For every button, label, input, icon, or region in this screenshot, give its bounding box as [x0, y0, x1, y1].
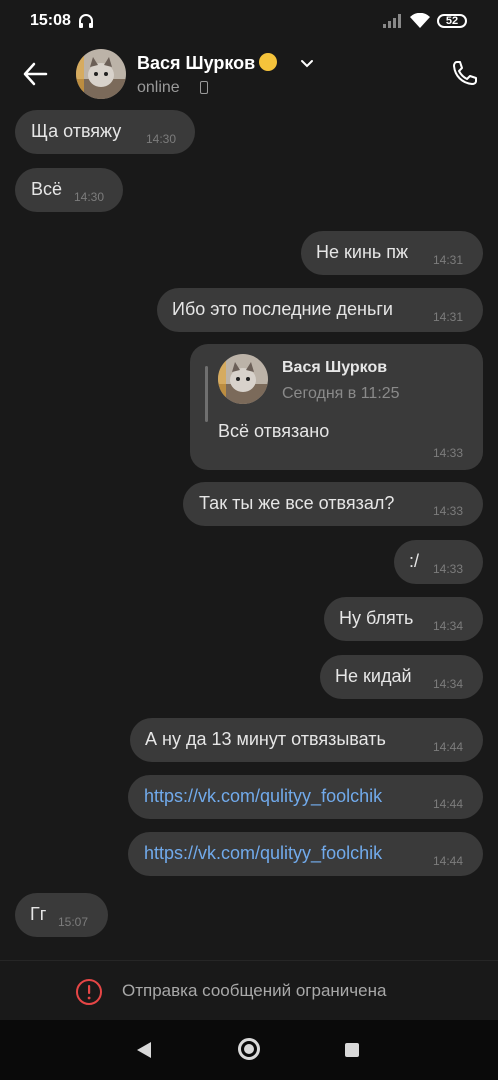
- system-nav-bar: [0, 1020, 498, 1080]
- message-time: 14:44: [433, 854, 464, 868]
- battery-level: 52: [445, 15, 459, 27]
- message-text: Ща отвяжу: [31, 121, 122, 141]
- status-time: 15:08: [30, 12, 71, 29]
- status-bar: 15:08 52: [0, 0, 498, 44]
- message-bubble[interactable]: Всё 14:30: [15, 168, 123, 212]
- message-time: 14:44: [433, 797, 464, 811]
- message-bubble[interactable]: Так ты же все отвязал? 14:33: [183, 482, 483, 526]
- message-time: 14:34: [433, 619, 464, 633]
- message-time: 15:07: [58, 915, 89, 929]
- message-time: 14:33: [433, 562, 464, 576]
- forwarded-date: Сегодня в 11:25: [282, 385, 400, 402]
- chat-header: Вася Шурков online: [0, 44, 498, 104]
- headphones-icon: [79, 14, 93, 28]
- message-text: Всё: [31, 179, 63, 199]
- message-bubble[interactable]: Не кидай 14:34: [320, 655, 483, 699]
- message-text: А ну да 13 минут отвязывать: [145, 729, 386, 749]
- restriction-text: Отправка сообщений ограничена: [122, 981, 387, 1000]
- back-arrow-icon[interactable]: [22, 61, 48, 87]
- cat-avatar-icon: [218, 354, 268, 404]
- message-bubble[interactable]: А ну да 13 минут отвязывать 14:44: [130, 718, 483, 762]
- cat-avatar-icon: [76, 49, 126, 99]
- message-text: Так ты же все отвязал?: [199, 493, 395, 513]
- message-text: Не кинь пж: [316, 242, 409, 262]
- phone-call-icon[interactable]: [451, 59, 479, 87]
- message-text: Ну блять: [339, 608, 414, 628]
- avatar[interactable]: [76, 49, 126, 99]
- message-text: Ибо это последние деньги: [172, 299, 393, 319]
- message-time: 14:31: [433, 310, 464, 324]
- message-time: 14:30: [146, 132, 177, 146]
- warning-icon: [76, 979, 102, 1005]
- message-bubble[interactable]: Не кинь пж 14:31: [301, 231, 483, 275]
- message-bubble[interactable]: Гг 15:07: [15, 893, 108, 937]
- message-time: 14:34: [433, 677, 464, 691]
- message-text: Не кидай: [335, 666, 412, 686]
- mobile-device-icon: [200, 81, 208, 94]
- nav-recents-icon[interactable]: [345, 1043, 359, 1057]
- battery-icon: 52: [437, 14, 467, 28]
- messaging-restricted-notice: Отправка сообщений ограничена: [0, 960, 498, 1021]
- forwarded-author[interactable]: Вася Шурков: [282, 359, 387, 377]
- relieved-emoji-icon: [259, 53, 278, 71]
- message-time: 14:33: [433, 446, 464, 460]
- message-bubble[interactable]: https://vk.com/qulityy_foolchik 14:44: [128, 775, 483, 819]
- nav-home-icon[interactable]: [238, 1038, 260, 1060]
- message-time: 14:44: [433, 740, 464, 754]
- forwarded-message[interactable]: Вася Шурков Сегодня в 11:25 Всё отвязано…: [190, 344, 483, 470]
- message-time: 14:31: [433, 253, 464, 267]
- forwarded-avatar[interactable]: [218, 354, 268, 404]
- message-bubble[interactable]: https://vk.com/qulityy_foolchik 14:44: [128, 832, 483, 876]
- nav-back-icon[interactable]: [136, 1041, 152, 1059]
- message-time: 14:33: [433, 504, 464, 518]
- forwarded-text: Всё отвязано: [218, 421, 330, 441]
- message-bubble[interactable]: Ща отвяжу 14:30: [15, 110, 195, 154]
- signal-icon: [383, 14, 401, 28]
- message-link[interactable]: https://vk.com/qulityy_foolchik: [144, 843, 382, 864]
- online-status: online: [137, 79, 180, 96]
- chevron-down-icon[interactable]: [300, 59, 314, 69]
- wifi-icon: [410, 13, 430, 28]
- message-text: Гг: [30, 904, 47, 924]
- message-text: :/: [409, 551, 420, 571]
- message-bubble[interactable]: Ибо это последние деньги 14:31: [157, 288, 483, 332]
- message-bubble[interactable]: :/ 14:33: [394, 540, 483, 584]
- message-bubble[interactable]: Ну блять 14:34: [324, 597, 483, 641]
- contact-name[interactable]: Вася Шурков: [137, 53, 278, 74]
- message-time: 14:30: [74, 190, 105, 204]
- message-link[interactable]: https://vk.com/qulityy_foolchik: [144, 786, 382, 807]
- quote-bar: [205, 366, 208, 422]
